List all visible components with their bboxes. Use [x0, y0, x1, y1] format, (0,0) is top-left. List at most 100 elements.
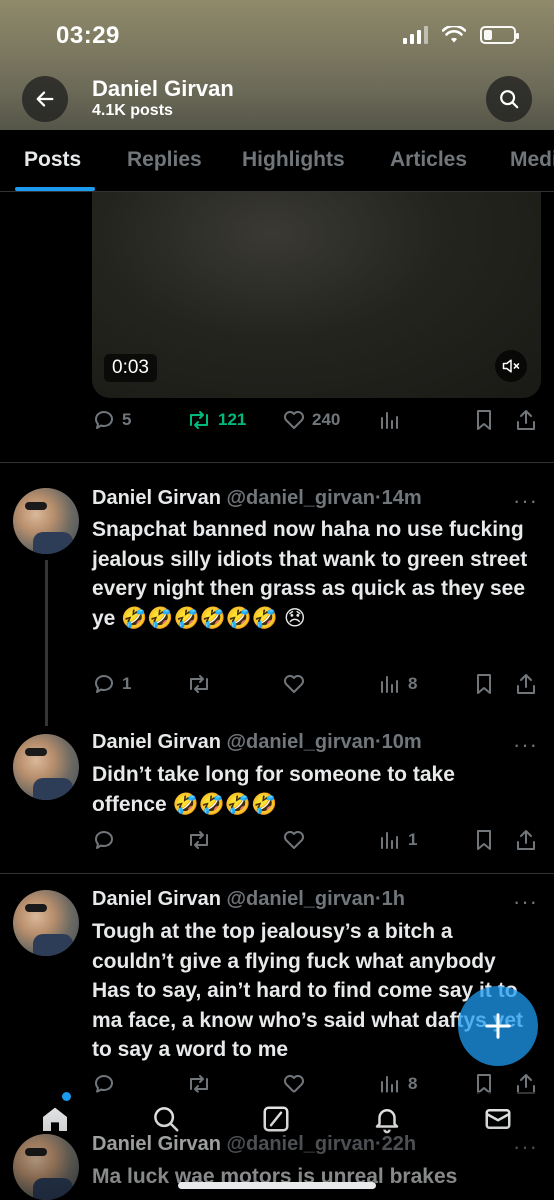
- mail-icon: [485, 1109, 511, 1129]
- repost-button[interactable]: 121: [186, 408, 246, 432]
- speech-bubble-icon: [95, 831, 113, 849]
- speech-bubble-icon: [95, 411, 113, 429]
- divider: [0, 873, 554, 874]
- search-button[interactable]: [486, 76, 532, 122]
- notification-dot: [62, 1092, 71, 1101]
- repost-count: 121: [218, 410, 247, 429]
- tweet-header: Daniel Girvan @daniel_girvan·1h: [92, 888, 405, 910]
- bookmark-button[interactable]: [472, 408, 496, 432]
- reply-button[interactable]: 1: [92, 672, 131, 696]
- video-duration: 0:03: [104, 354, 157, 382]
- more-options-icon[interactable]: ···: [513, 734, 538, 756]
- tab-highlights[interactable]: Highlights: [242, 148, 345, 172]
- author-name[interactable]: Daniel Girvan: [92, 888, 221, 910]
- like-button[interactable]: [282, 672, 306, 696]
- repost-arrows-icon: [190, 411, 208, 429]
- views-button[interactable]: 1: [378, 828, 417, 852]
- like-button[interactable]: [282, 828, 306, 852]
- avatar[interactable]: [13, 1134, 79, 1200]
- bookmark-button[interactable]: [472, 672, 496, 696]
- reply-count: 5: [122, 410, 132, 429]
- like-count: 240: [312, 410, 341, 429]
- volume-mute-icon: [502, 359, 520, 373]
- plus-icon: [485, 1013, 511, 1039]
- tweet-header: Daniel Girvan @daniel_girvan·22h: [92, 1133, 417, 1155]
- tab-media[interactable]: Media: [510, 148, 554, 172]
- tweet-time: 10m: [381, 731, 422, 753]
- compose-button[interactable]: [458, 986, 538, 1066]
- bookmark-button[interactable]: [472, 828, 496, 852]
- author-name[interactable]: Daniel Girvan: [92, 731, 221, 753]
- status-time: 03:29: [56, 22, 120, 49]
- video-post-actions: 5 121 240: [92, 408, 542, 438]
- repost-arrows-icon: [190, 831, 208, 849]
- views-button[interactable]: 8: [378, 672, 417, 696]
- tweet-header: Daniel Girvan @daniel_girvan·14m: [92, 487, 422, 509]
- author-handle[interactable]: @daniel_girvan: [227, 487, 375, 509]
- tweet-time: 22h: [381, 1133, 417, 1155]
- thread-line: [45, 560, 48, 726]
- home-icon: [43, 1107, 67, 1131]
- mute-button[interactable]: [495, 350, 527, 382]
- repost-button[interactable]: [186, 672, 212, 696]
- nav-messages[interactable]: [481, 1102, 515, 1136]
- tweet-actions: 1 8: [92, 672, 542, 702]
- tweet-time: 14m: [381, 487, 422, 509]
- profile-name: Daniel Girvan: [92, 76, 234, 101]
- like-button[interactable]: 240: [282, 408, 340, 432]
- view-count: 1: [408, 830, 418, 849]
- nav-home[interactable]: [38, 1102, 72, 1136]
- tab-articles[interactable]: Articles: [390, 148, 467, 172]
- home-indicator[interactable]: [178, 1182, 376, 1189]
- share-button[interactable]: [514, 408, 538, 432]
- share-upload-icon: [517, 674, 535, 694]
- nav-grok[interactable]: [259, 1102, 293, 1136]
- author-name[interactable]: Daniel Girvan: [92, 1133, 221, 1155]
- more-options-icon[interactable]: ···: [513, 1136, 538, 1158]
- bookmark-icon: [477, 674, 491, 694]
- bar-chart-icon: [381, 676, 398, 693]
- status-icons: [403, 26, 519, 44]
- bookmark-icon: [477, 830, 491, 850]
- repost-arrows-icon: [190, 675, 208, 693]
- profile-header: 03:29 Daniel Girvan 4.1K posts: [0, 0, 554, 130]
- avatar[interactable]: [13, 488, 79, 554]
- reply-button[interactable]: 5: [92, 408, 131, 432]
- reply-count: 1: [122, 674, 132, 693]
- reply-button[interactable]: [92, 828, 116, 852]
- battery-icon: [480, 26, 519, 44]
- arrow-left-icon: [36, 91, 54, 107]
- share-button[interactable]: [514, 672, 538, 696]
- tweet-text: Snapchat banned now haha no use fucking …: [92, 518, 528, 630]
- author-handle[interactable]: @daniel_girvan: [227, 731, 375, 753]
- author-handle[interactable]: @daniel_girvan: [227, 888, 375, 910]
- signal-icon: [403, 26, 428, 44]
- more-options-icon[interactable]: ···: [513, 490, 538, 512]
- view-count: 8: [408, 674, 418, 693]
- back-button[interactable]: [22, 76, 68, 122]
- view-count: 8: [408, 1074, 418, 1093]
- heart-icon: [284, 675, 304, 693]
- profile-tabs: Posts Replies Highlights Articles Media: [0, 130, 554, 192]
- video-player[interactable]: 0:03: [92, 192, 541, 398]
- search-icon: [500, 90, 519, 109]
- tab-posts[interactable]: Posts: [24, 148, 81, 172]
- author-handle[interactable]: @daniel_girvan: [227, 1133, 375, 1155]
- wifi-icon: [442, 26, 466, 43]
- active-tab-indicator: [15, 187, 95, 191]
- search-icon: [154, 1107, 179, 1132]
- author-name[interactable]: Daniel Girvan: [92, 487, 221, 509]
- share-button[interactable]: [514, 828, 538, 852]
- divider: [0, 462, 554, 463]
- tab-replies[interactable]: Replies: [127, 148, 202, 172]
- more-options-icon[interactable]: ···: [513, 891, 538, 913]
- tweet-text: Didn’t take long for someone to take off…: [92, 763, 455, 816]
- avatar[interactable]: [13, 734, 79, 800]
- nav-notifications[interactable]: [370, 1102, 404, 1136]
- nav-search[interactable]: [149, 1102, 183, 1136]
- bar-chart-icon: [381, 412, 398, 429]
- views-button[interactable]: [378, 408, 402, 432]
- post-count: 4.1K posts: [92, 102, 173, 119]
- avatar[interactable]: [13, 890, 79, 956]
- repost-button[interactable]: [186, 828, 212, 852]
